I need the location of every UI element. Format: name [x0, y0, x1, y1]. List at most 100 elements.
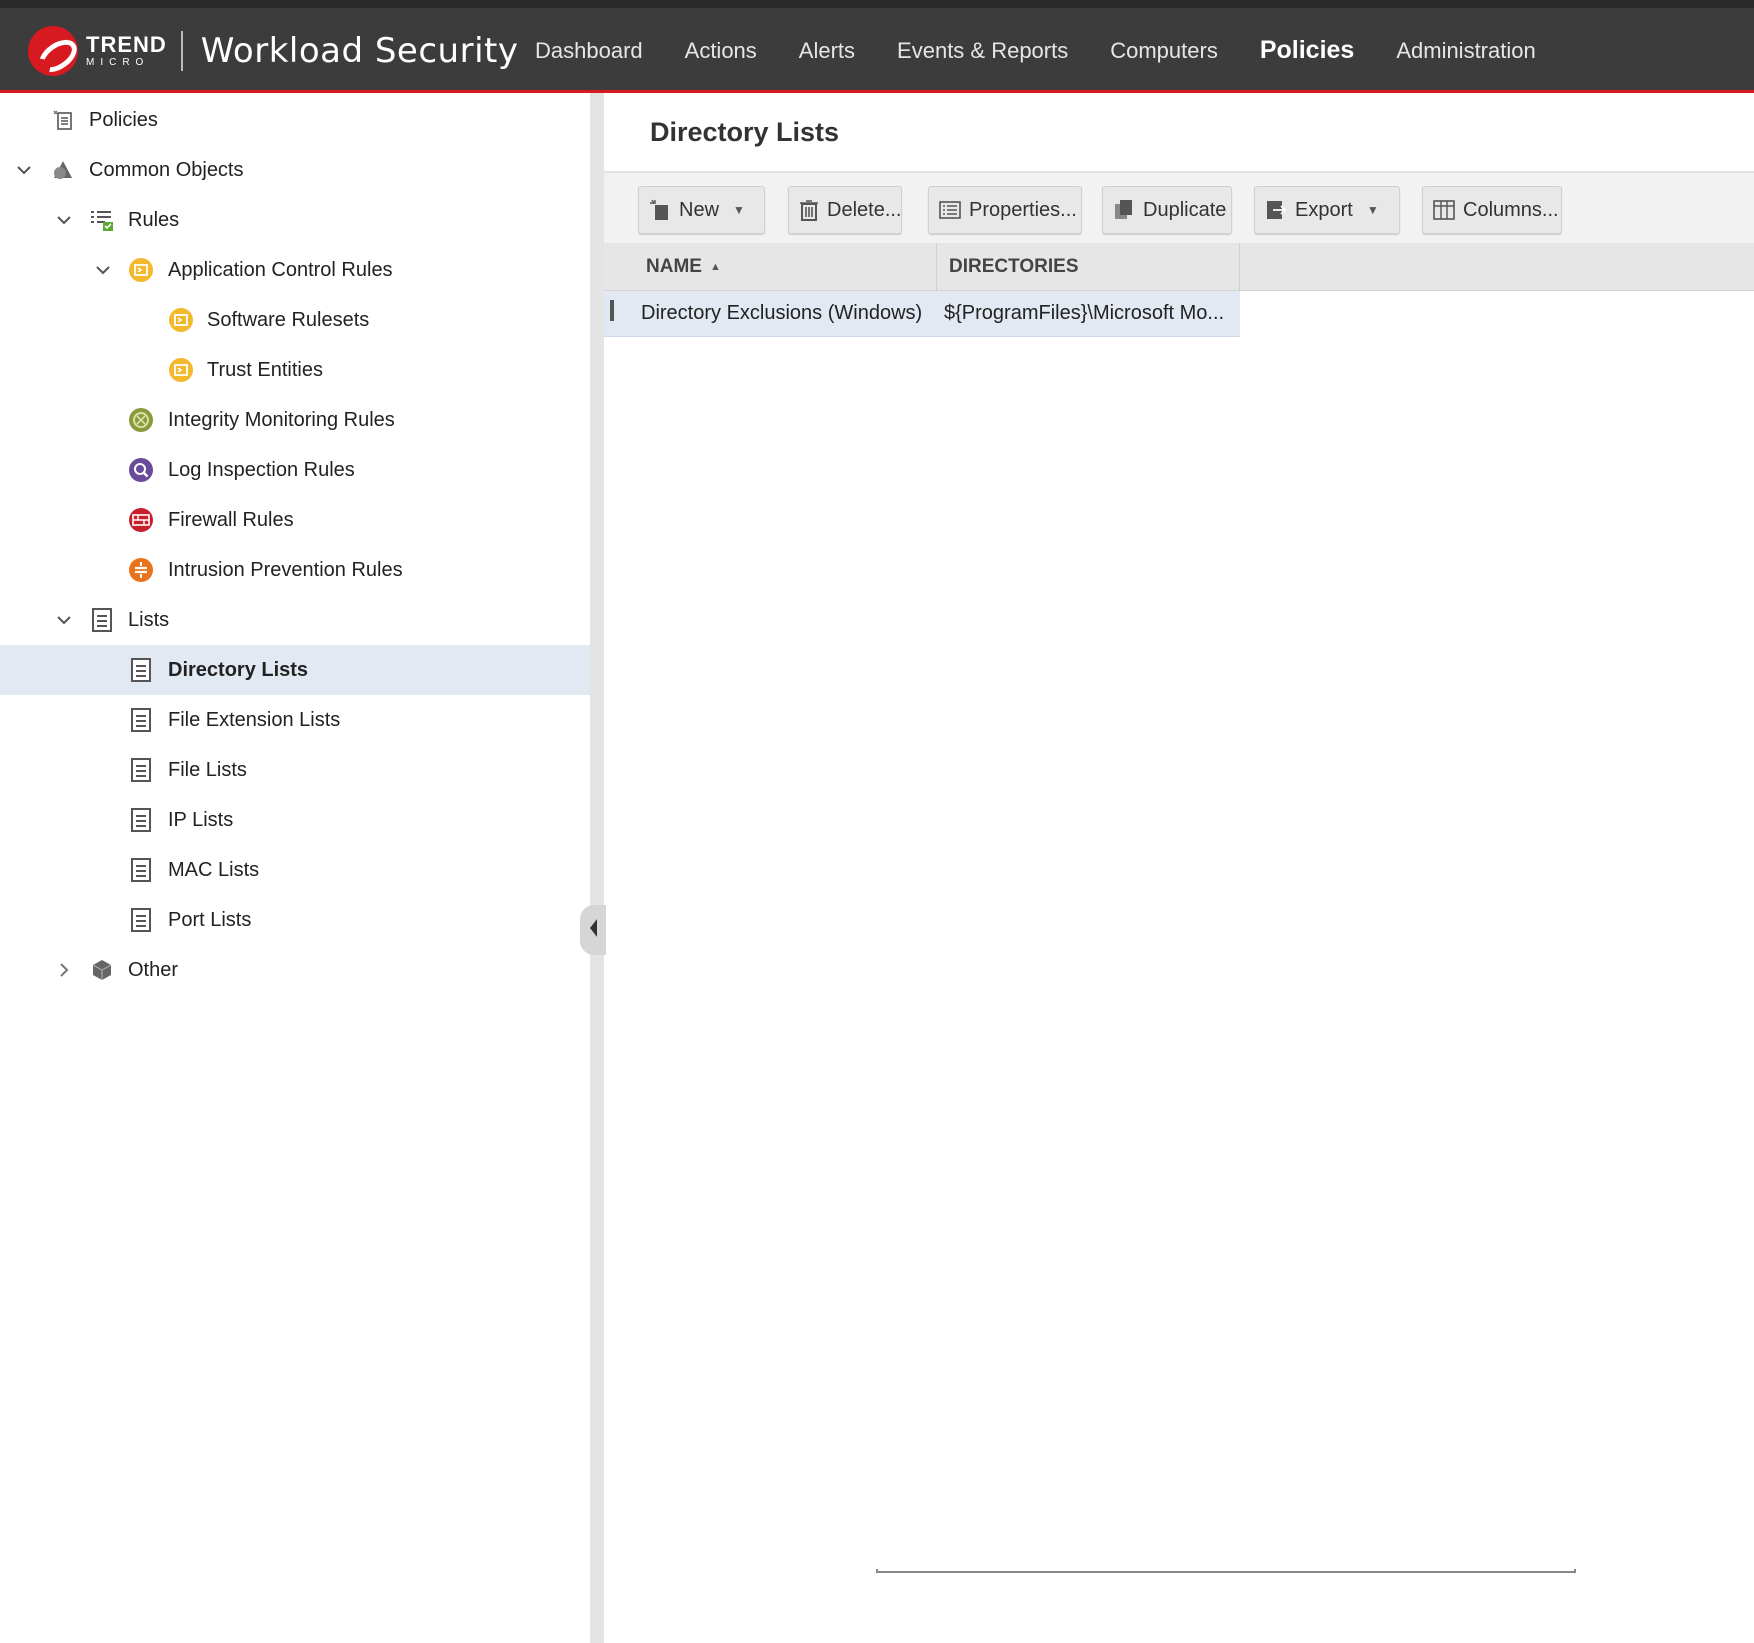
sidebar-item-file-extension-lists[interactable]: File Extension Lists — [0, 695, 590, 745]
nav-actions[interactable]: Actions — [685, 38, 757, 64]
list-icon — [128, 707, 154, 733]
caret-down-icon: ▼ — [733, 203, 745, 217]
intrusion-prevention-icon — [128, 557, 154, 583]
sidebar-item-log-inspection-rules[interactable]: Log Inspection Rules — [0, 445, 590, 495]
sidebar-item-directory-lists[interactable]: Directory Lists — [0, 645, 590, 695]
sort-ascending-icon: ▲ — [709, 261, 721, 273]
horizontal-scrollbar[interactable] — [876, 1569, 1576, 1573]
sidebar-item-software-rulesets[interactable]: Software Rulesets — [0, 295, 590, 345]
new-icon — [649, 199, 671, 221]
columns-button[interactable]: Columns... — [1422, 186, 1562, 234]
sidebar-item-intrusion-prevention-rules[interactable]: Intrusion Prevention Rules — [0, 545, 590, 595]
duplicate-icon — [1113, 199, 1135, 221]
properties-icon — [939, 199, 961, 221]
nav-events-reports[interactable]: Events & Reports — [897, 38, 1068, 64]
list-icon — [128, 657, 154, 683]
sidebar-item-label: Application Control Rules — [168, 258, 393, 281]
sidebar-item-other[interactable]: Other — [0, 945, 590, 995]
sidebar-item-port-lists[interactable]: Port Lists — [0, 895, 590, 945]
chevron-down-icon[interactable] — [93, 260, 113, 280]
nav-computers[interactable]: Computers — [1110, 38, 1218, 64]
sidebar-splitter[interactable] — [590, 93, 604, 1643]
export-button[interactable]: Export ▼ — [1254, 186, 1400, 234]
sidebar-item-label: Trust Entities — [207, 358, 323, 381]
logo-separator — [180, 31, 183, 71]
log-inspection-icon — [128, 457, 154, 483]
sidebar-item-firewall-rules[interactable]: Firewall Rules — [0, 495, 590, 545]
duplicate-button-label: Duplicate — [1143, 198, 1227, 221]
sidebar-item-label: File Extension Lists — [168, 708, 341, 731]
common-objects-icon — [50, 157, 76, 183]
collapse-sidebar-button[interactable] — [580, 905, 606, 955]
rules-icon — [89, 207, 115, 233]
list-icon — [128, 807, 154, 833]
sidebar-item-label: Lists — [128, 608, 170, 631]
sidebar-tree: Policies Common Objects Rules Applicatio… — [0, 93, 590, 1643]
table-row[interactable]: Directory Exclusions (Windows) ${Program… — [604, 291, 1240, 337]
trend-micro-logo[interactable]: TREND MICRO Workload Security — [28, 26, 518, 76]
delete-button[interactable]: Delete... — [788, 186, 902, 234]
chevron-right-icon[interactable] — [54, 960, 74, 980]
delete-button-label: Delete... — [827, 198, 902, 221]
sidebar-item-label: Intrusion Prevention Rules — [168, 558, 403, 581]
list-icon — [610, 300, 614, 321]
nav-alerts[interactable]: Alerts — [799, 38, 855, 64]
sidebar-item-label: Rules — [128, 208, 180, 231]
sidebar-item-application-control-rules[interactable]: Application Control Rules — [0, 245, 590, 295]
chevron-down-icon[interactable] — [14, 160, 34, 180]
main-panel: Directory Lists New ▼ Delete... Properti… — [604, 93, 1754, 1643]
sidebar-item-file-lists[interactable]: File Lists — [0, 745, 590, 795]
properties-button-label: Properties... — [969, 198, 1077, 221]
caret-down-icon: ▼ — [1366, 203, 1379, 217]
sidebar-item-label: Firewall Rules — [168, 508, 294, 531]
sidebar-item-label: Software Rulesets — [207, 308, 370, 331]
sidebar-item-ip-lists[interactable]: IP Lists — [0, 795, 590, 845]
trash-icon — [799, 199, 819, 221]
chevron-down-icon[interactable] — [54, 210, 74, 230]
toolbar: New ▼ Delete... Properties... Duplicate — [604, 173, 1754, 243]
application-control-icon — [168, 357, 194, 383]
sidebar-item-rules[interactable]: Rules — [0, 195, 590, 245]
sidebar-item-mac-lists[interactable]: MAC Lists — [0, 845, 590, 895]
export-icon — [1265, 199, 1287, 221]
sidebar-item-label: Other — [128, 958, 179, 981]
sidebar-item-integrity-monitoring-rules[interactable]: Integrity Monitoring Rules — [0, 395, 590, 445]
chevron-down-icon[interactable] — [54, 610, 74, 630]
logo-text-top: TREND — [86, 32, 167, 57]
policies-icon — [50, 107, 76, 133]
cell-directories: ${ProgramFiles}\Microsoft Mo... — [944, 302, 1225, 324]
chevron-left-icon — [588, 918, 598, 943]
column-header-name[interactable]: NAME ▲ — [604, 243, 937, 291]
nav-dashboard[interactable]: Dashboard — [535, 38, 643, 64]
columns-icon — [1433, 199, 1455, 221]
sidebar-item-label: Log Inspection Rules — [168, 458, 355, 481]
duplicate-button[interactable]: Duplicate — [1102, 186, 1232, 234]
new-button[interactable]: New ▼ — [638, 186, 765, 234]
export-button-label: Export — [1295, 198, 1353, 221]
nav-administration[interactable]: Administration — [1396, 38, 1535, 64]
top-bar: TREND MICRO Workload Security Dashboard … — [0, 0, 1754, 93]
sidebar-item-label: Port Lists — [168, 908, 252, 931]
sidebar-item-label: Directory Lists — [168, 658, 309, 681]
sidebar-item-label: Policies — [89, 108, 158, 131]
sidebar-item-trust-entities[interactable]: Trust Entities — [0, 345, 590, 395]
trend-micro-logo-icon — [28, 26, 78, 76]
list-icon — [128, 857, 154, 883]
properties-button[interactable]: Properties... — [928, 186, 1082, 234]
sidebar-item-label: Common Objects — [89, 158, 244, 181]
list-icon — [128, 757, 154, 783]
table-header: NAME ▲ DIRECTORIES — [604, 243, 1754, 291]
product-name: Workload Security — [200, 31, 519, 71]
column-header-directories[interactable]: DIRECTORIES — [937, 243, 1240, 291]
nav-policies[interactable]: Policies — [1260, 36, 1355, 65]
sidebar-item-common-objects[interactable]: Common Objects — [0, 145, 590, 195]
sidebar-item-label: Integrity Monitoring Rules — [168, 408, 395, 431]
sidebar-item-policies[interactable]: Policies — [0, 95, 590, 145]
sidebar-item-label: MAC Lists — [168, 858, 260, 881]
new-button-label: New — [679, 198, 720, 221]
sidebar-item-lists[interactable]: Lists — [0, 595, 590, 645]
firewall-icon — [128, 507, 154, 533]
integrity-monitoring-icon — [128, 407, 154, 433]
cube-icon — [89, 957, 115, 983]
cell-name: Directory Exclusions (Windows) — [641, 302, 923, 324]
